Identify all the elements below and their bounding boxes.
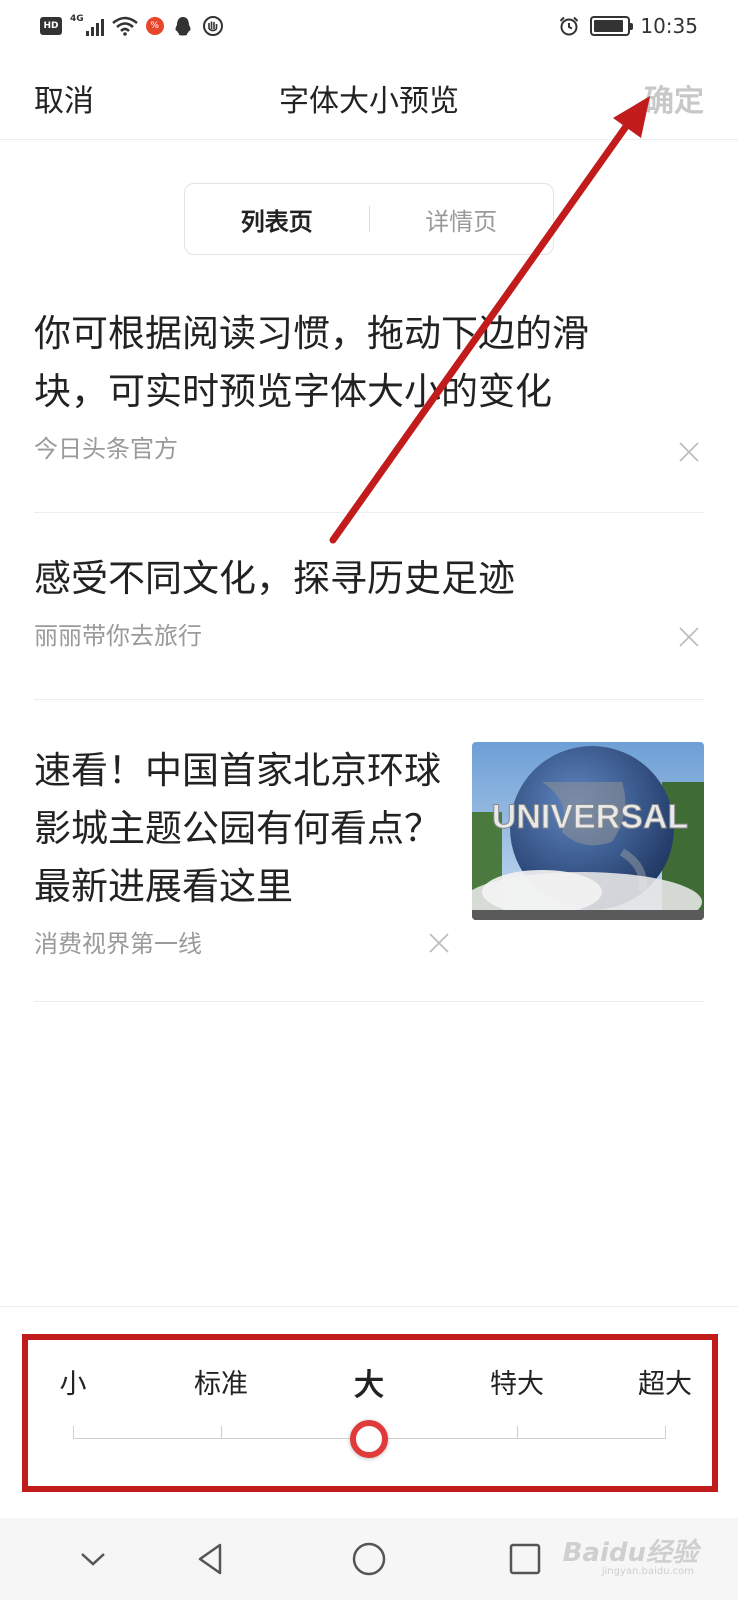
home-icon[interactable] [350,1540,388,1578]
chevron-down-icon[interactable] [74,1540,112,1578]
header: 取消 字体大小预览 确定 [0,52,738,140]
font-size-panel [0,1306,738,1307]
feed-item-source: 消费视界第一线 [34,930,202,958]
tab-detail-page[interactable]: 详情页 [370,202,554,237]
watermark-url: jingyan.baidu.com [601,1566,694,1577]
annotation-highlight-box [22,1334,718,1492]
signal-icon [85,16,104,36]
feed-item-source: 丽丽带你去旅行 [34,622,202,650]
status-left: HD 4G % [40,12,224,40]
dismiss-icon[interactable] [678,626,700,648]
thumbnail-text: UNIVERSAL [492,798,688,836]
dismiss-icon[interactable] [678,441,700,463]
feed-item-thumbnail[interactable]: UNIVERSAL [472,742,704,920]
feed-item[interactable]: 速看！中国首家北京环球影城主题公园有何看点？最新进展看这里 消费视界第一线 UN… [34,700,704,1002]
battery-fill [594,20,624,32]
tab-list-page[interactable]: 列表页 [185,202,369,237]
battery-icon [590,16,634,36]
feed-item-source: 今日头条官方 [34,435,178,463]
qq-icon [175,17,191,36]
status-bar: HD 4G % 10:35 [0,0,738,52]
wifi-icon [111,16,138,36]
alarm-icon [560,16,579,36]
status-right: 10:35 [558,12,698,40]
hand-shield-icon [202,16,223,36]
feed-item-title: 你可根据阅读习惯，拖动下边的滑块，可实时预览字体大小的变化 [34,312,589,413]
feed-item-title: 速看！中国首家北京环球影城主题公园有何看点？最新进展看这里 [34,749,441,908]
universal-globe-image: UNIVERSAL [472,742,704,920]
clock: 10:35 [640,14,698,38]
recents-icon[interactable] [506,1540,544,1578]
preview-mode-tabs: 列表页 详情页 [184,183,554,255]
watermark: Baidu经验 [562,1538,698,1568]
app-notification-icon: % [145,17,164,35]
confirm-button[interactable]: 确定 [644,76,704,120]
feed-item[interactable]: 你可根据阅读习惯，拖动下边的滑块，可实时预览字体大小的变化 今日头条官方 [34,305,704,513]
hd-badge: HD [40,17,62,35]
feed-item-title: 感受不同文化，探寻历史足迹 [34,557,515,600]
dismiss-icon[interactable] [428,932,450,954]
network-type: 4G [70,14,84,24]
back-icon[interactable] [192,1540,230,1578]
page-title: 字体大小预览 [279,84,459,119]
feed-item[interactable]: 感受不同文化，探寻历史足迹 丽丽带你去旅行 [34,550,704,700]
